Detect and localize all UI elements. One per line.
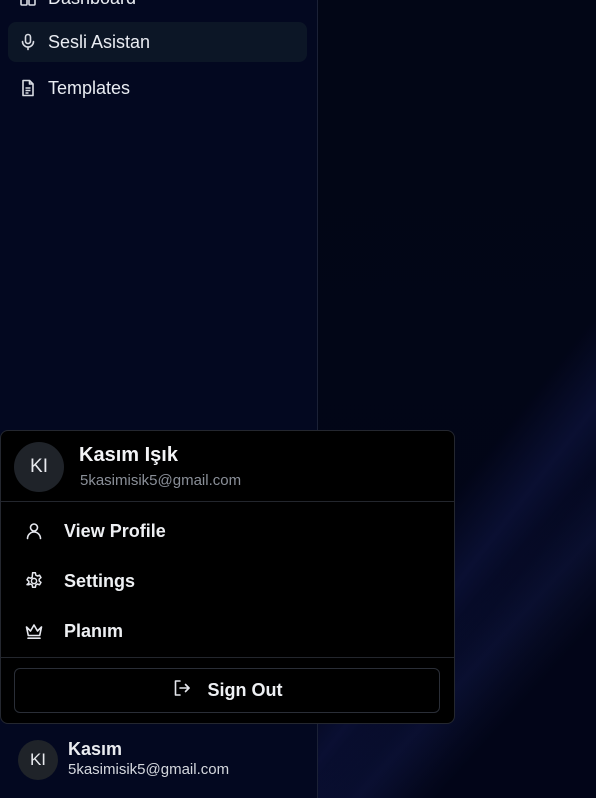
sign-out-label: Sign Out <box>207 680 283 700</box>
dashboard-icon <box>18 0 38 8</box>
sidebar-item-label: Sesli Asistan <box>48 31 151 52</box>
gear-icon <box>23 570 45 592</box>
microphone-icon <box>18 32 38 52</box>
crown-icon <box>23 620 45 642</box>
sidebar-item-dashboard[interactable]: Dashboard <box>8 0 307 18</box>
menu-item-label: Planım <box>64 620 124 641</box>
menu-divider <box>1 657 454 658</box>
sign-out-button[interactable]: Sign Out <box>14 668 440 713</box>
menu-item-settings[interactable]: Settings <box>1 559 454 603</box>
user-menu-header: KI Kasım Işık 5kasimisik5@gmail.com <box>1 431 454 502</box>
footer-user-name: Kasım <box>68 739 123 759</box>
sidebar-item-label: Templates <box>48 77 131 98</box>
user-name: Kasım Işık <box>79 444 178 466</box>
user-icon <box>23 520 45 542</box>
sign-out-icon <box>172 678 192 703</box>
user-email: 5kasimisik5@gmail.com <box>80 472 242 489</box>
avatar: KI <box>14 442 64 492</box>
footer-user-email: 5kasimisik5@gmail.com <box>68 761 230 778</box>
menu-item-planim[interactable]: Planım <box>1 609 454 653</box>
sidebar-item-sesli-asistan[interactable]: Sesli Asistan <box>8 22 307 62</box>
user-menu: KI Kasım Işık 5kasimisik5@gmail.com View… <box>0 430 455 724</box>
sidebar-item-templates[interactable]: Templates <box>8 68 307 108</box>
sidebar-item-label: Dashboard <box>48 0 136 9</box>
avatar: KI <box>18 740 58 780</box>
menu-item-label: Settings <box>64 570 136 591</box>
document-icon <box>18 78 38 98</box>
menu-item-label: View Profile <box>64 520 166 541</box>
menu-item-view-profile[interactable]: View Profile <box>1 509 454 553</box>
